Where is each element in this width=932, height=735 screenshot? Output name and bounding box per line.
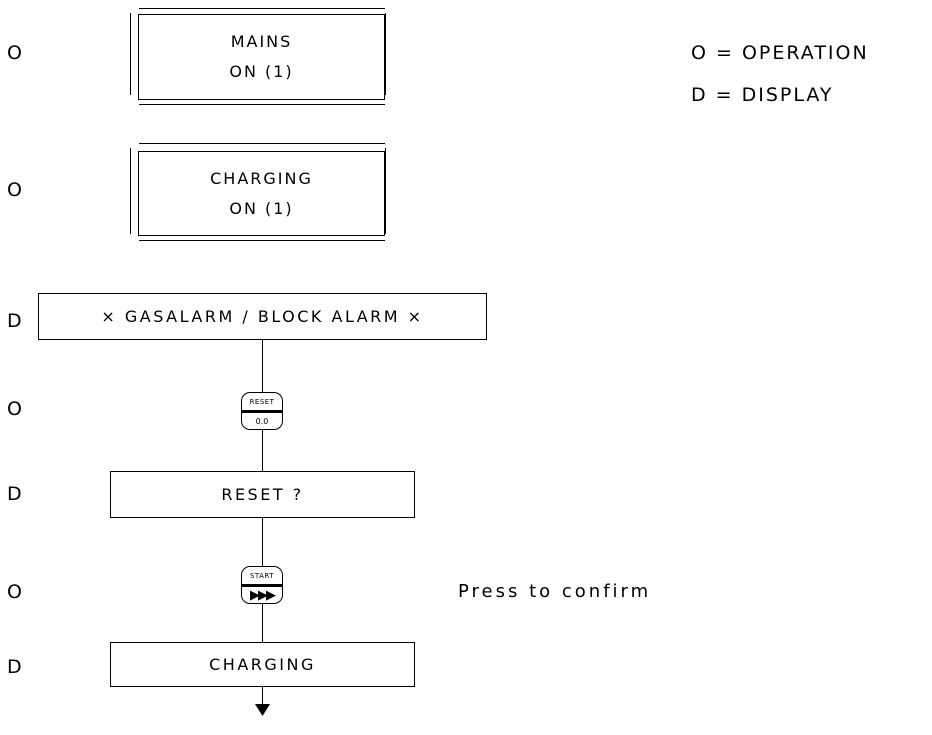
charging-switch-label: CHARGING	[210, 168, 313, 188]
step-marker-charging-switch: O	[7, 179, 23, 201]
legend-display: D = DISPLAY	[691, 84, 834, 106]
diagram-page: { "legend": { "operation": "O = OPERATIO…	[0, 0, 932, 735]
step-marker-reset-display: D	[7, 483, 23, 505]
start-button[interactable]: START ▶▶▶	[241, 566, 283, 604]
step-marker-mains: O	[7, 42, 23, 64]
charging-display-text: CHARGING	[209, 655, 316, 674]
connector-line	[262, 517, 263, 566]
step-marker-charging-display: D	[7, 656, 23, 678]
charging-switch-state: ON (1)	[229, 198, 294, 218]
connector-line	[262, 339, 263, 393]
charging-display: CHARGING	[110, 642, 415, 687]
reset-button-label: RESET	[249, 397, 275, 406]
start-arrows-icon: ▶▶▶	[250, 587, 276, 603]
reset-button[interactable]: RESET 0.0	[241, 392, 283, 430]
reset-button-value: 0.0	[255, 416, 269, 426]
mains-state: ON (1)	[229, 62, 294, 81]
reset-confirm-display: RESET ?	[110, 471, 415, 518]
reset-confirm-text: RESET ?	[221, 485, 304, 504]
confirm-note: Press to confirm	[458, 581, 652, 602]
connector-line	[262, 430, 263, 472]
step-marker-start-button: O	[7, 581, 23, 603]
start-button-label: START	[249, 571, 275, 580]
mains-label: MAINS	[230, 32, 293, 51]
legend-operation: O = OPERATION	[691, 42, 869, 64]
gasalarm-text: × GASALARM / BLOCK ALARM ×	[101, 307, 424, 326]
gasalarm-display: × GASALARM / BLOCK ALARM ×	[38, 293, 487, 340]
step-marker-gasalarm: D	[7, 310, 23, 332]
arrow-down-icon	[255, 704, 270, 716]
step-marker-reset-button: O	[7, 398, 23, 420]
connector-line	[262, 686, 263, 706]
connector-line	[262, 604, 263, 642]
